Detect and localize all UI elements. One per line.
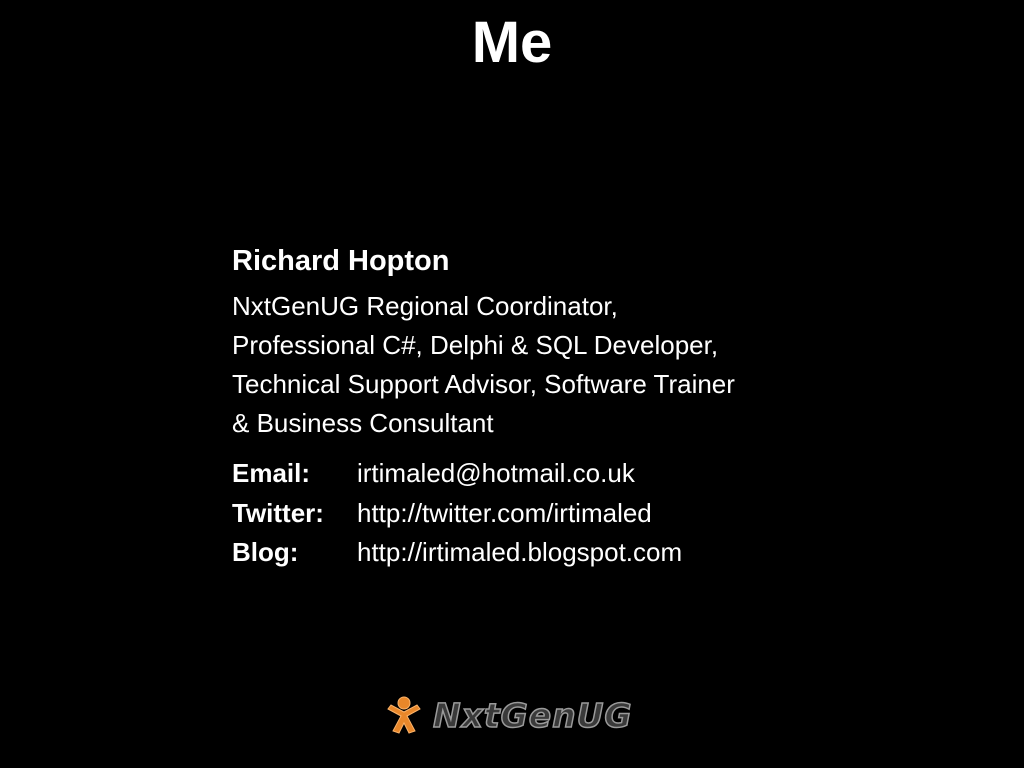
logo-text: NxtGenUG (432, 695, 633, 736)
twitter-link[interactable]: http://twitter.com/irtimaled (357, 494, 652, 534)
nxtgenug-logo: NxtGenUG (383, 694, 633, 738)
role-line: Professional C#, Delphi & SQL Developer, (232, 330, 719, 360)
profile-name: Richard Hopton (232, 245, 450, 277)
contact-row-email: Email: irtimaled@hotmail.co.uk (232, 454, 832, 494)
email-address[interactable]: irtimaled@hotmail.co.uk (357, 454, 635, 494)
email-label: Email: (232, 458, 311, 488)
profile-roles: NxtGenUG Regional Coordinator, Professio… (232, 287, 832, 443)
slide: Me Richard Hopton NxtGenUG Regional Coor… (0, 0, 1024, 768)
role-line: NxtGenUG Regional Coordinator, (232, 291, 618, 321)
role-line: & Business Consultant (232, 408, 494, 438)
contact-row-twitter: Twitter: http://twitter.com/irtimaled (232, 494, 832, 534)
role-line: Technical Support Advisor, Software Trai… (232, 369, 735, 399)
twitter-label: Twitter: (232, 497, 324, 528)
slide-title: Me (471, 10, 553, 75)
contact-list: Email: irtimaled@hotmail.co.uk Twitter: … (232, 454, 832, 573)
running-figure-icon (387, 696, 421, 734)
blog-link[interactable]: http://irtimaled.blogspot.com (357, 533, 682, 573)
contact-row-blog: Blog: http://irtimaled.blogspot.com (232, 533, 832, 573)
profile-block: Richard Hopton NxtGenUG Regional Coordin… (232, 241, 832, 573)
blog-label: Blog: (232, 537, 299, 567)
